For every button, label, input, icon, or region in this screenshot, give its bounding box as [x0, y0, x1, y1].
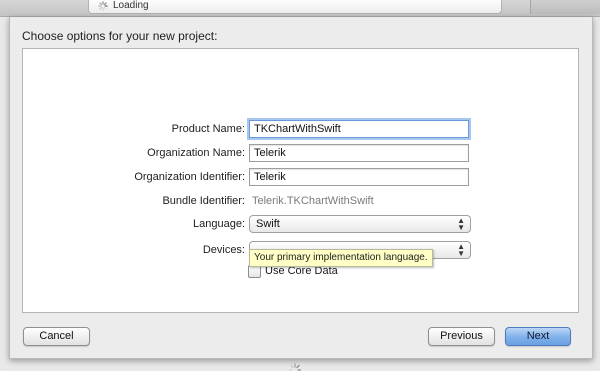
cancel-button[interactable]: Cancel — [23, 327, 90, 346]
spinner-icon — [98, 1, 108, 11]
updown-arrows-icon: ▲ ▼ — [457, 216, 465, 232]
previous-button[interactable]: Previous — [428, 327, 495, 346]
activity-view: Loading — [88, 0, 502, 14]
toolbar-right-area — [530, 0, 600, 14]
devices-label: Devices: — [202, 244, 245, 256]
next-button[interactable]: Next — [505, 327, 571, 346]
language-popup-value: Swift — [256, 218, 280, 230]
organization-name-field[interactable]: Telerik — [249, 144, 469, 162]
bundle-identifier-value: Telerik.TKChartWithSwift — [252, 195, 374, 207]
product-name-field[interactable]: TKChartWithSwift — [249, 120, 469, 138]
language-row: Language: Swift ▲ ▼ — [23, 213, 578, 235]
options-panel: Product Name: TKChartWithSwift Organizat… — [22, 48, 579, 313]
organization-identifier-field[interactable]: Telerik — [249, 168, 469, 186]
language-tooltip: Your primary implementation language. — [249, 249, 433, 267]
organization-name-row: Organization Name: Telerik — [23, 142, 578, 164]
updown-arrows-icon: ▲ ▼ — [457, 242, 465, 258]
bundle-identifier-row: Bundle Identifier: Telerik.TKChartWithSw… — [23, 190, 578, 212]
activity-status-text: Loading — [113, 0, 149, 11]
product-name-label: Product Name: — [171, 123, 245, 135]
organization-identifier-label: Organization Identifier: — [134, 171, 245, 183]
language-popup[interactable]: Swift ▲ ▼ — [249, 215, 471, 233]
organization-name-label: Organization Name: — [147, 147, 245, 159]
new-project-sheet: Choose options for your new project: Pro… — [9, 17, 593, 359]
bundle-identifier-label: Bundle Identifier: — [162, 195, 245, 207]
sheet-title: Choose options for your new project: — [22, 29, 218, 43]
product-name-row: Product Name: TKChartWithSwift — [23, 118, 578, 140]
organization-identifier-row: Organization Identifier: Telerik — [23, 166, 578, 188]
window-toolbar: Loading — [0, 0, 600, 17]
progress-spinner-icon — [288, 363, 302, 371]
language-label: Language: — [193, 218, 245, 230]
